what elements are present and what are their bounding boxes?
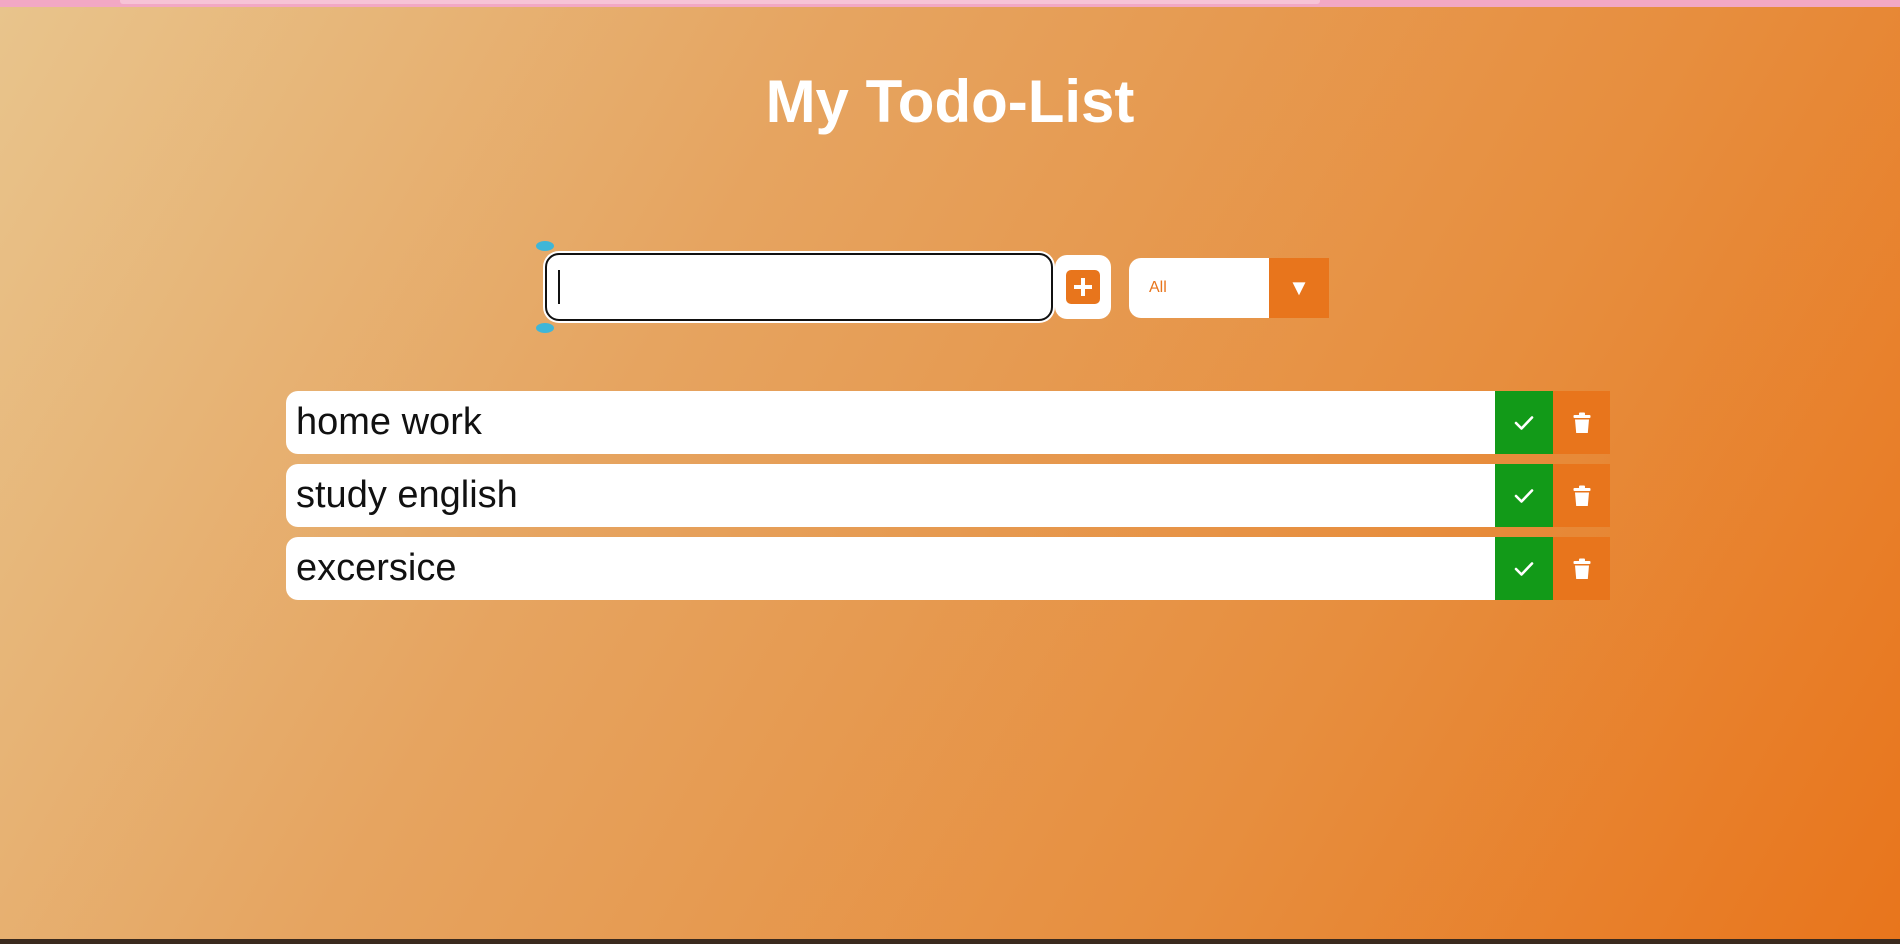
trash-icon: [1573, 412, 1590, 433]
todo-item: study english: [286, 464, 1610, 527]
delete-button[interactable]: [1553, 537, 1610, 600]
filter-selected-value: All: [1149, 279, 1167, 296]
todo-item-text: home work: [296, 401, 482, 443]
complete-button[interactable]: [1495, 391, 1553, 454]
check-icon: [1514, 488, 1534, 503]
todo-list: home work study english excersice: [286, 391, 1610, 610]
top-browser-strip: [0, 0, 1900, 7]
todo-item-text: study english: [296, 474, 518, 516]
selection-handle-bottom[interactable]: [536, 323, 554, 333]
delete-button[interactable]: [1553, 391, 1610, 454]
triangle-down-icon[interactable]: ▼: [1269, 258, 1329, 318]
add-todo-button[interactable]: [1055, 255, 1111, 319]
top-strip-highlight: [120, 0, 1320, 4]
selection-handle-top[interactable]: [536, 241, 554, 251]
filter-select[interactable]: All ▼: [1129, 258, 1329, 318]
plus-icon: [1066, 270, 1100, 304]
todo-input[interactable]: [545, 253, 1053, 321]
todo-item: excersice: [286, 537, 1610, 600]
page-title: My Todo-List: [765, 68, 1135, 135]
todo-item-text: excersice: [296, 547, 457, 589]
delete-button[interactable]: [1553, 464, 1610, 527]
check-icon: [1514, 561, 1534, 576]
check-icon: [1514, 415, 1534, 430]
complete-button[interactable]: [1495, 537, 1553, 600]
trash-icon: [1573, 485, 1590, 506]
complete-button[interactable]: [1495, 464, 1553, 527]
text-caret: [558, 270, 560, 304]
trash-icon: [1573, 558, 1590, 579]
todo-item: home work: [286, 391, 1610, 454]
bottom-taskbar-strip: [0, 939, 1900, 944]
